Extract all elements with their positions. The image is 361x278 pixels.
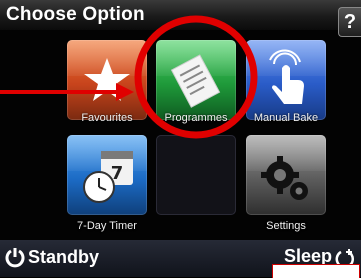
favourites-label: Favourites	[81, 112, 133, 124]
gears-icon	[261, 156, 308, 200]
oven-screen: Choose Option ? Favourites Programmes Ma…	[0, 0, 361, 278]
empty-tile	[156, 135, 236, 215]
timer-tile[interactable]: 7	[67, 135, 147, 215]
manual-bake-tile[interactable]	[246, 40, 326, 120]
document-icon	[170, 54, 221, 108]
title-bar: Choose Option ?	[0, 0, 361, 37]
callout-box	[272, 264, 360, 278]
standby-label: Standby	[28, 246, 100, 267]
programmes-tile[interactable]	[156, 40, 236, 120]
hand-pointer-icon	[269, 49, 304, 104]
settings-tile[interactable]	[246, 135, 326, 215]
settings-label: Settings	[266, 220, 306, 232]
manual-bake-label: Manual Bake	[253, 112, 319, 124]
star-icon	[84, 58, 130, 101]
power-icon	[5, 248, 25, 268]
help-button[interactable]: ?	[338, 7, 361, 37]
page-title: Choose Option	[6, 4, 145, 25]
clock-calendar-icon: 7	[83, 151, 133, 203]
standby-button[interactable]: Standby	[4, 246, 99, 268]
programmes-label: Programmes	[164, 112, 228, 124]
favourites-tile[interactable]	[67, 40, 147, 120]
timer-label: 7-Day Timer	[77, 220, 137, 232]
